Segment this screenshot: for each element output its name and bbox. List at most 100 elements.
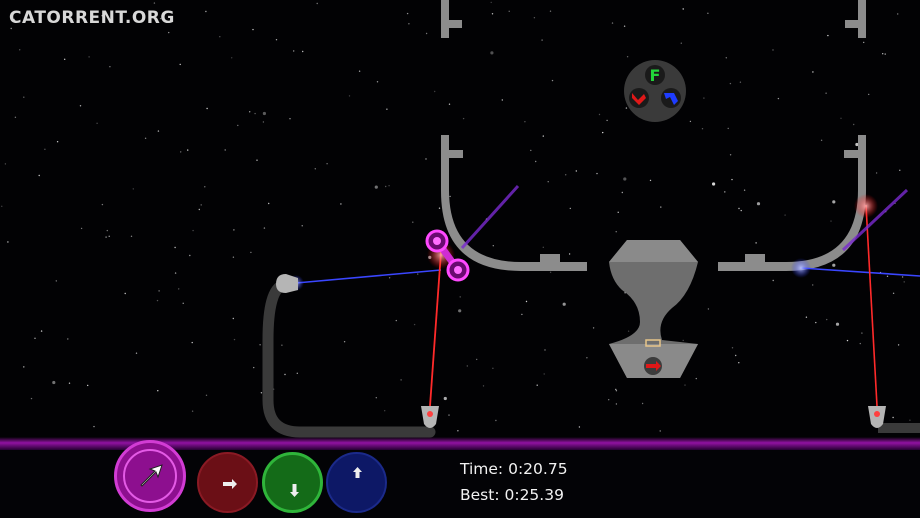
star [565, 174, 567, 176]
star [232, 256, 235, 258]
star [492, 367, 494, 369]
star [182, 302, 184, 304]
star [623, 25, 626, 27]
star [408, 23, 410, 25]
star [739, 81, 742, 83]
star [88, 56, 90, 58]
star [525, 300, 528, 303]
game-stage[interactable]: CATORRENT.ORG F Time: 0:20.75 Best: 0:25… [0, 0, 920, 518]
star [259, 344, 261, 346]
star [707, 308, 710, 310]
star [886, 275, 889, 277]
arrow-up-right-icon [140, 464, 163, 487]
main-arrow-button[interactable] [114, 440, 186, 512]
star [388, 277, 391, 279]
star [490, 51, 494, 55]
star [63, 58, 66, 60]
star [703, 97, 705, 99]
star [689, 120, 692, 123]
red-laser-right [865, 204, 878, 407]
star [684, 384, 686, 386]
star [859, 342, 861, 345]
star [615, 388, 617, 391]
star [530, 149, 532, 152]
green-button[interactable] [262, 452, 323, 513]
star [549, 271, 552, 273]
star [174, 272, 177, 274]
star [611, 22, 614, 24]
star [302, 50, 304, 53]
star [80, 227, 83, 230]
red-button[interactable] [197, 452, 258, 513]
color-selector-wheel[interactable]: F [624, 60, 686, 122]
star [93, 425, 95, 428]
star [23, 366, 25, 368]
star [897, 13, 899, 15]
best-label: Best: [460, 486, 500, 504]
star [725, 57, 727, 59]
star [192, 229, 194, 232]
star [909, 419, 911, 421]
star [358, 70, 361, 72]
star [205, 10, 207, 13]
star [260, 392, 263, 394]
star [853, 123, 855, 126]
star [293, 50, 295, 52]
star [224, 149, 226, 151]
star [659, 430, 661, 432]
star [875, 172, 878, 174]
star [96, 122, 98, 125]
purple-beam-left [460, 184, 520, 250]
star [830, 220, 832, 222]
star [4, 163, 7, 165]
star [738, 362, 740, 364]
star [457, 430, 459, 432]
star [438, 207, 441, 209]
star [388, 185, 390, 187]
star [827, 34, 829, 37]
star [374, 185, 378, 189]
star [10, 27, 12, 30]
star [191, 341, 193, 344]
star [40, 330, 43, 332]
best-readout: Best: 0:25.39 [460, 486, 564, 504]
star [254, 112, 256, 115]
arrow-down-icon [290, 484, 299, 497]
star [425, 158, 427, 160]
star [44, 148, 46, 150]
star [772, 279, 774, 282]
star [412, 221, 414, 223]
laser-glow [854, 194, 878, 218]
star [106, 229, 109, 232]
starfield [1, 1, 911, 432]
star [158, 290, 160, 292]
star [903, 281, 905, 283]
star [34, 337, 36, 339]
star [508, 10, 510, 12]
star [52, 380, 56, 385]
star [863, 41, 865, 44]
star [249, 111, 251, 113]
star [376, 81, 379, 83]
star [200, 204, 202, 206]
star [627, 330, 630, 332]
star [641, 402, 644, 405]
star [491, 13, 494, 15]
star [301, 225, 303, 227]
star [695, 377, 697, 380]
left-curved-wall [441, 135, 587, 271]
star [400, 379, 402, 381]
star [198, 208, 200, 211]
star [649, 179, 652, 182]
star [384, 410, 386, 412]
star [868, 93, 870, 96]
blue-button[interactable] [326, 452, 387, 513]
star [621, 191, 623, 194]
star [448, 103, 451, 105]
star [233, 338, 236, 341]
star [598, 113, 601, 116]
star [135, 352, 138, 354]
star [731, 178, 733, 181]
star [231, 57, 233, 59]
star [105, 236, 107, 238]
